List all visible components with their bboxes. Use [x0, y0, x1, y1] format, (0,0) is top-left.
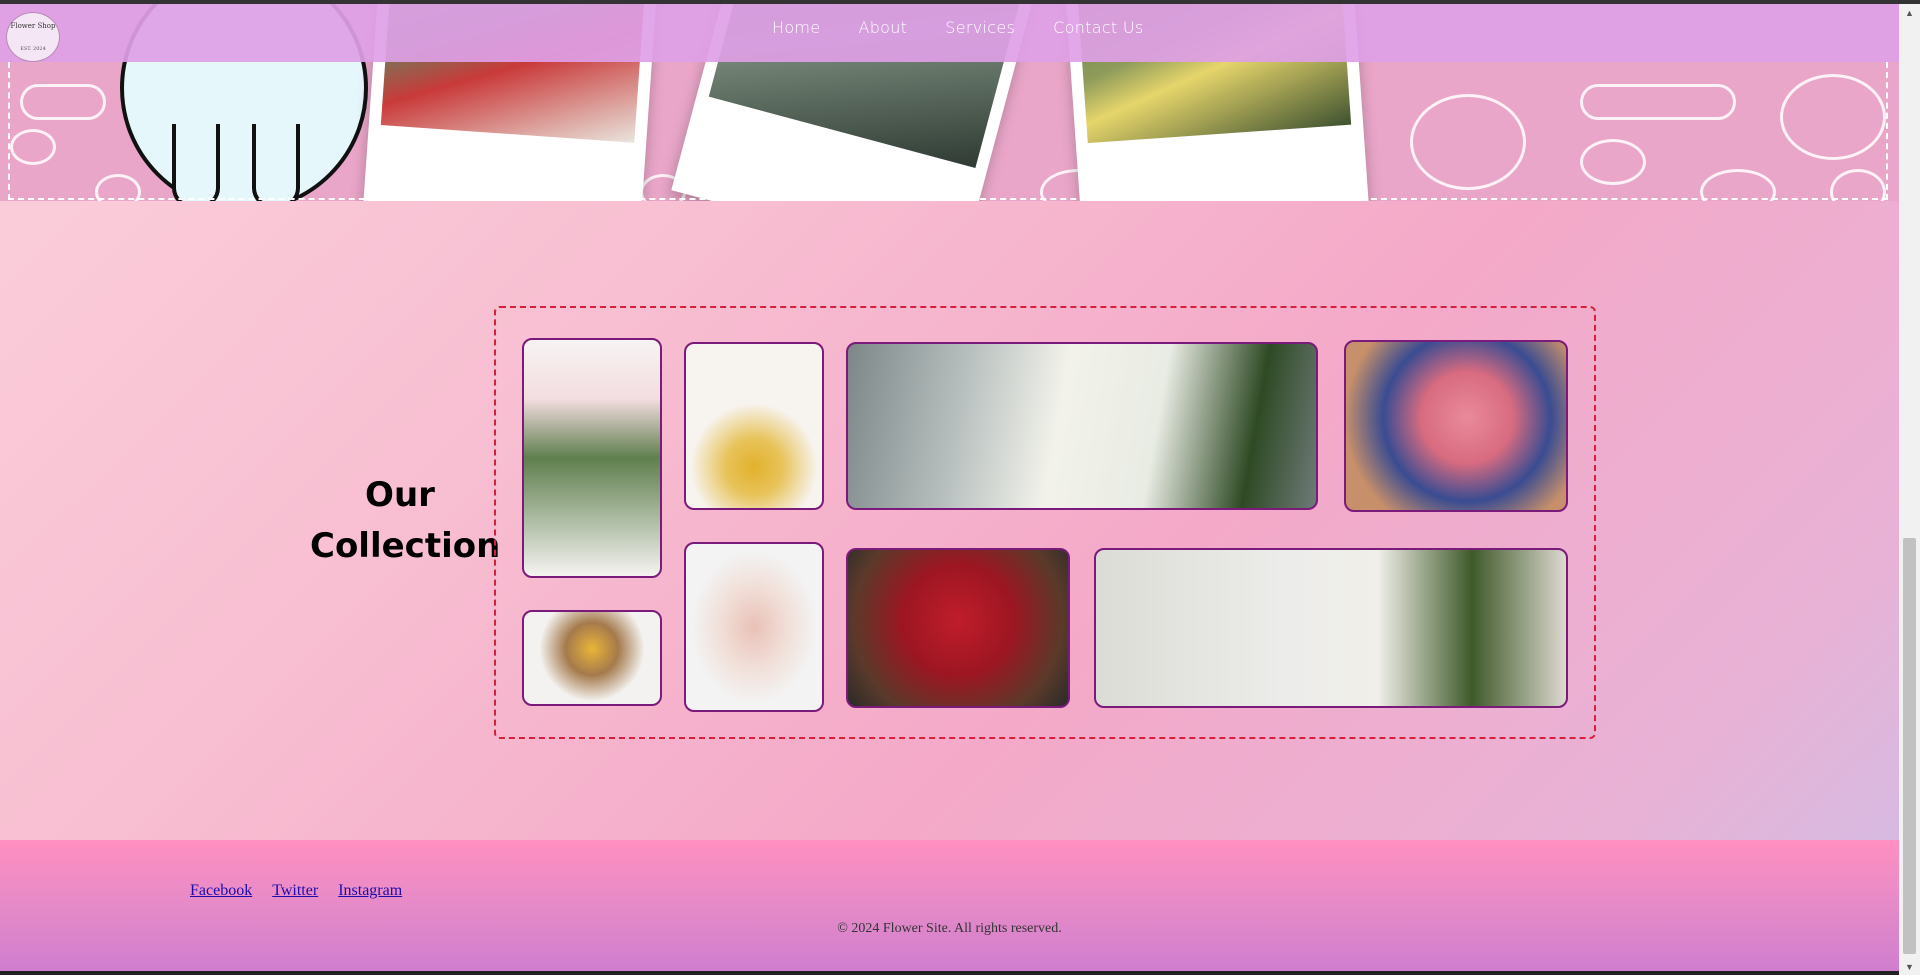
footer: Facebook Twitter Instagram © 2024 Flower…: [0, 840, 1899, 975]
vertical-scrollbar[interactable]: ▲ ▼: [1899, 4, 1920, 975]
nav-services[interactable]: Services: [945, 18, 1015, 37]
scroll-up-arrow-icon[interactable]: ▲: [1899, 4, 1920, 21]
logo-title: Flower Shop: [10, 22, 56, 30]
logo-subtitle: EST. 2024: [20, 46, 46, 52]
tile-pink-roses[interactable]: [522, 338, 662, 578]
twitter-link[interactable]: Twitter: [272, 882, 318, 900]
tile-pink-peonies[interactable]: [1344, 340, 1568, 512]
nav-links: Home About Services Contact Us: [772, 18, 1182, 37]
facebook-link[interactable]: Facebook: [190, 882, 252, 900]
navbar: Flower Shop EST. 2024 Home About Service…: [0, 4, 1899, 62]
browser-bottom-edge: [0, 971, 1899, 975]
tile-white-daisies[interactable]: [1094, 548, 1568, 708]
social-links: Facebook Twitter Instagram: [190, 882, 422, 900]
instagram-link[interactable]: Instagram: [338, 882, 402, 900]
shop-logo[interactable]: Flower Shop EST. 2024: [6, 12, 60, 62]
hero-dashed-border: [8, 62, 1888, 200]
collection-gallery: [494, 306, 1596, 739]
tile-red-roses[interactable]: [846, 548, 1070, 708]
tile-yellow-flowers[interactable]: [684, 342, 824, 510]
collection-title: Our Collection: [310, 475, 501, 566]
copyright-text: © 2024 Flower Site. All rights reserved.: [837, 921, 1062, 936]
nav-contact[interactable]: Contact Us: [1053, 18, 1143, 37]
nav-about[interactable]: About: [858, 18, 907, 37]
tile-sunflower-bouquet[interactable]: [522, 610, 662, 706]
page: Flower Shop EST. 2024 Home About Service…: [0, 4, 1899, 975]
nav-home[interactable]: Home: [772, 18, 820, 37]
tile-white-lilies[interactable]: [846, 342, 1318, 510]
scrollbar-thumb[interactable]: [1903, 538, 1916, 954]
tile-wrapped-bouquet[interactable]: [684, 542, 824, 712]
scroll-down-arrow-icon[interactable]: ▼: [1899, 958, 1920, 975]
